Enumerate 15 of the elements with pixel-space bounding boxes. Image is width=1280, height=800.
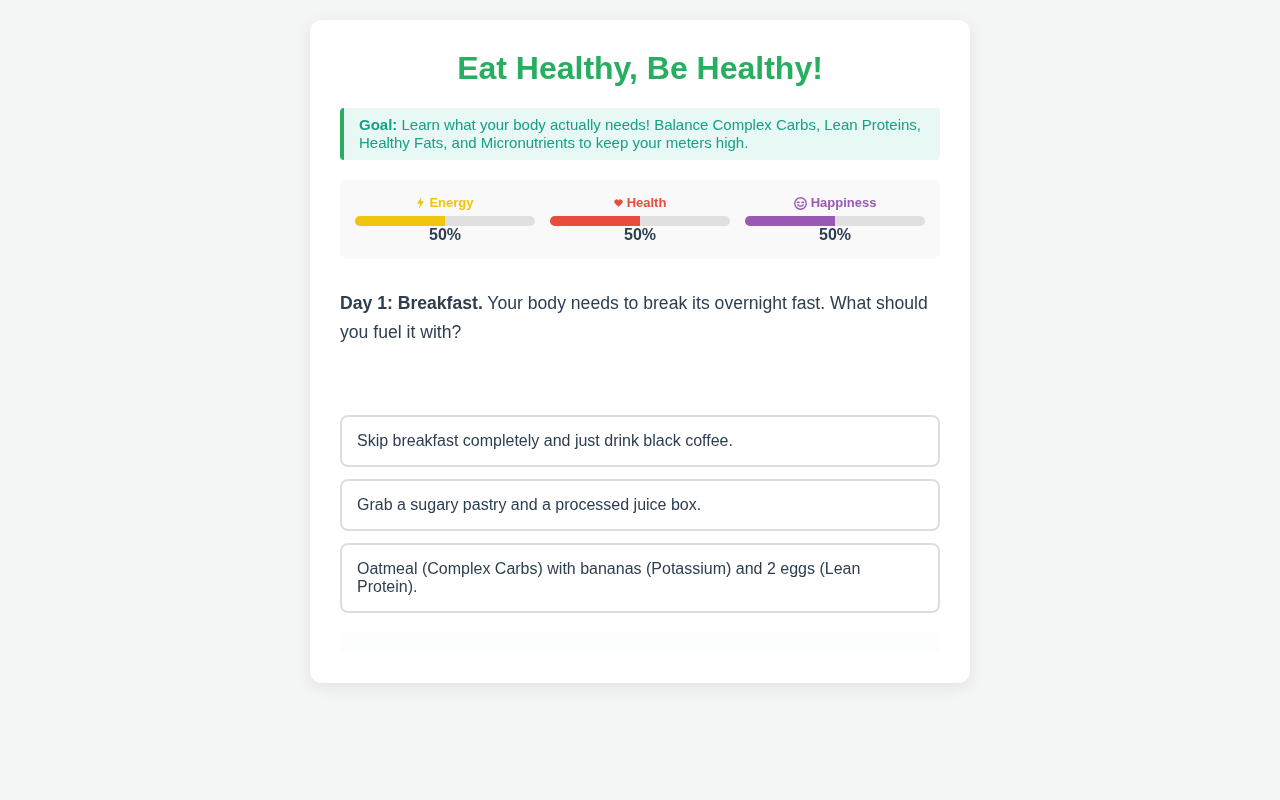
choice-button[interactable]: Skip breakfast completely and just drink black coffee. [340, 415, 940, 467]
story-text: Day 1: Breakfast. Your body needs to break its overnight fast. What should you fuel it with? [340, 292, 929, 344]
page-title: Eat Healthy, Be Healthy! [456, 50, 824, 87]
meter-reading: 50% [818, 226, 852, 244]
meter-label: Energy [429, 195, 474, 211]
choice-button[interactable]: Grab a sugary pastry and a processed juice box. [340, 479, 940, 531]
bolt-icon [416, 197, 426, 209]
meter-reading: 50% [428, 226, 462, 244]
choice-button[interactable]: Oatmeal (Complex Carbs) with bananas (Potassium) and 2 eggs (Lean Protein). [340, 543, 940, 613]
smiley-icon [793, 196, 807, 210]
meter-label: Health [626, 195, 667, 211]
meter-reading: 50% [623, 226, 657, 244]
heart-icon [613, 197, 623, 209]
meter-label: Happiness [810, 195, 877, 211]
goal-note: Goal: Learn what your body actually needs! Balance Complex Carbs, Lean Proteins, Healthy Fats, and Micronutrients to keep your meters high. [340, 108, 940, 160]
